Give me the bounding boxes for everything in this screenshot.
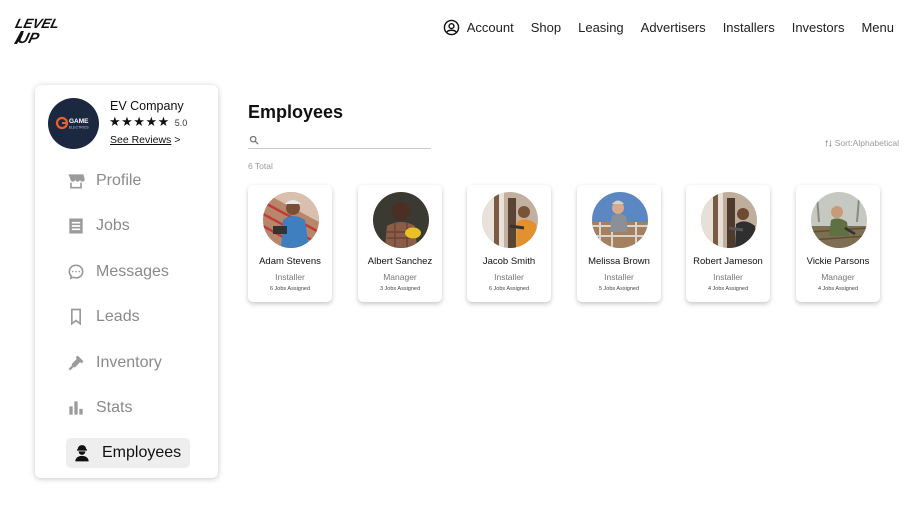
search-input[interactable] [264, 134, 424, 145]
chat-bubble-icon [68, 264, 84, 280]
sidebar-item-label: Jobs [96, 217, 130, 234]
employee-total-count: 6 Total [248, 161, 273, 171]
employee-card[interactable]: Albert Sanchez Manager 3 Jobs Assigned [358, 185, 442, 302]
top-nav: Account Shop Leasing Advertisers Install… [443, 19, 894, 36]
sort-icon [824, 139, 832, 147]
employee-name: Melissa Brown [588, 256, 650, 267]
employee-name: Vickie Parsons [806, 256, 870, 267]
company-logo: GAME ELECTRICS [48, 98, 99, 149]
sidebar-item-label: Profile [96, 172, 142, 189]
account-circle-icon [443, 19, 460, 36]
star-rating-icon: ★★★★★ [109, 115, 170, 130]
sidebar-item-jobs[interactable]: Jobs [66, 211, 130, 241]
sidebar-item-label: Messages [96, 263, 169, 280]
employee-avatar [811, 192, 867, 248]
sidebar-item-label: Inventory [96, 354, 162, 371]
employee-avatar [592, 192, 648, 248]
employee-role: Manager [383, 272, 417, 282]
employee-name: Robert Jameson [693, 256, 763, 267]
sidebar-item-label: Leads [96, 308, 140, 325]
employee-role: Installer [494, 272, 524, 282]
sidebar: GAME ELECTRICS EV Company ★★★★★ 5.0 See … [35, 85, 218, 478]
sidebar-item-label: Stats [96, 399, 133, 416]
employee-avatar [373, 192, 429, 248]
worker-icon [75, 445, 89, 462]
tool-icon [68, 355, 84, 371]
employee-photo [592, 192, 648, 248]
employee-name: Albert Sanchez [367, 256, 433, 267]
company-logo-text: GAME [69, 118, 89, 125]
employee-jobs: 6 Jobs Assigned [269, 286, 311, 292]
company-logo-mark: GAME ELECTRICS [55, 116, 89, 130]
sidebar-item-stats[interactable]: Stats [66, 393, 132, 423]
sidebar-item-messages[interactable]: Messages [66, 257, 169, 287]
employee-card[interactable]: Vickie Parsons Manager 4 Jobs Assigned [796, 185, 880, 302]
employee-jobs: 4 Jobs Assigned [707, 286, 749, 292]
search-icon [249, 135, 259, 144]
nav-shop[interactable]: Shop [531, 20, 561, 35]
sort-label: Sort:Alphabetical [834, 138, 899, 148]
employee-name: Adam Stevens [259, 256, 321, 267]
sidebar-item-profile[interactable]: Profile [66, 166, 141, 196]
nav-account[interactable]: Account [443, 19, 514, 36]
company-name: EV Company [110, 99, 184, 113]
bar-chart-icon [69, 401, 83, 415]
employee-photo [811, 192, 867, 248]
brand-logo[interactable]: LEVEL UP [12, 14, 62, 46]
nav-menu[interactable]: Menu [861, 20, 894, 35]
employee-photo [701, 192, 757, 248]
employee-role: Manager [821, 272, 855, 282]
employee-role: Installer [275, 272, 305, 282]
nav-advertisers[interactable]: Advertisers [641, 20, 706, 35]
employee-photo [373, 192, 429, 248]
employee-card[interactable]: Melissa Brown Installer 5 Jobs Assigned [577, 185, 661, 302]
employee-avatar [263, 192, 319, 248]
employee-role: Installer [604, 272, 634, 282]
employee-avatar [701, 192, 757, 248]
sidebar-item-leads[interactable]: Leads [66, 302, 140, 332]
list-icon [69, 218, 83, 234]
search-bar[interactable] [248, 131, 431, 149]
see-reviews-arrow: > [174, 134, 181, 146]
nav-installers[interactable]: Installers [723, 20, 775, 35]
sidebar-item-label: Employees [102, 444, 182, 461]
employee-jobs: 3 Jobs Assigned [379, 286, 421, 292]
sidebar-item-inventory[interactable]: Inventory [66, 348, 162, 378]
employee-card[interactable]: Robert Jameson Installer 4 Jobs Assigned [686, 185, 770, 302]
see-reviews-label: See Reviews [110, 134, 172, 146]
employee-photo [263, 192, 319, 248]
see-reviews-link[interactable]: See Reviews > [110, 134, 180, 146]
employee-photo [482, 192, 538, 248]
employee-role: Installer [713, 272, 743, 282]
bookmark-icon [71, 308, 81, 326]
sort-control[interactable]: Sort:Alphabetical [824, 138, 899, 148]
employee-card[interactable]: Jacob Smith Installer 6 Jobs Assigned [467, 185, 551, 302]
employee-card[interactable]: Adam Stevens Installer 6 Jobs Assigned [248, 185, 332, 302]
employee-jobs: 6 Jobs Assigned [488, 286, 530, 292]
storefront-icon [68, 174, 85, 189]
nav-account-label: Account [466, 20, 514, 35]
logo-line1: LEVEL [14, 16, 61, 31]
sidebar-item-employees[interactable]: Employees [66, 438, 191, 468]
nav-investors[interactable]: Investors [792, 20, 845, 35]
rating-value: 5.0 [174, 117, 188, 128]
company-logo-subtext: ELECTRICS [69, 126, 89, 130]
employee-jobs: 4 Jobs Assigned [817, 286, 859, 292]
company-rating: ★★★★★ 5.0 [109, 115, 187, 130]
employee-avatar [482, 192, 538, 248]
nav-leasing[interactable]: Leasing [578, 20, 624, 35]
employee-jobs: 5 Jobs Assigned [598, 286, 640, 292]
employee-name: Jacob Smith [482, 256, 536, 267]
page-title: Employees [248, 102, 344, 122]
